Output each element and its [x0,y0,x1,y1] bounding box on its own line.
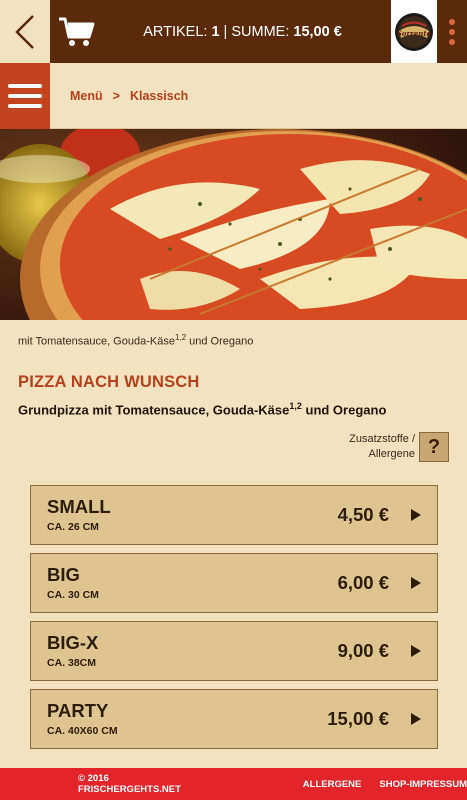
size-price: 6,00 € [337,572,389,593]
size-info: SMALL CA. 26 CM [47,496,338,533]
caption-text: mit Tomatensauce, Gouda-Käse [18,335,175,348]
menu-line-icon [8,103,42,108]
shopping-cart-icon [59,17,95,46]
size-price: 9,00 € [337,640,389,661]
breadcrumb-item-menu[interactable]: Menü [70,89,103,103]
description-footnote: 1,2 [289,401,302,411]
footer-link-allergene[interactable]: ALLERGENE [303,779,362,790]
product-description: Grundpizza mit Tomatensauce, Gouda-Käse1… [18,401,386,417]
dot-icon [449,28,455,35]
breadcrumb-bar: Menü > Klassisch [0,62,467,129]
product-title: PIZZA NACH WUNSCH [18,373,200,391]
logo-text: Sorrento [397,29,432,38]
size-info: BIG-X CA. 38CM [47,632,338,669]
size-option-small[interactable]: SMALL CA. 26 CM 4,50 € [30,485,438,545]
image-caption: mit Tomatensauce, Gouda-Käse1,2 und Oreg… [18,333,253,348]
chevron-left-icon [15,14,34,49]
dot-icon [449,18,455,25]
size-price: 4,50 € [337,504,389,525]
play-arrow-icon [411,645,421,657]
size-info: PARTY CA. 40X60 CM [47,700,327,737]
size-option-big[interactable]: BIG CA. 30 CM 6,00 € [30,553,438,613]
sum-value: 15,00 € [293,23,342,40]
summary-separator: | [223,23,228,40]
allergen-label-line1: Zusatzstoffe / [349,433,415,446]
brand-logo[interactable]: Sorrento [391,0,437,63]
footer-link-impressum[interactable]: SHOP-IMPRESSUM [379,779,467,790]
allergen-label-line2: Allergene [368,448,415,460]
more-options-button[interactable] [437,0,467,63]
size-info: BIG CA. 30 CM [47,564,338,601]
description-text-end: und Oregano [301,402,387,418]
dot-icon [449,38,455,45]
footer-copyright[interactable]: © 2016 FRISCHERGEHTS.NET [78,773,209,795]
size-name: PARTY [47,700,109,722]
play-arrow-icon [411,577,421,589]
size-dimension: CA. 38CM [47,656,97,669]
size-dimension: CA. 40X60 CM [47,724,118,737]
back-button[interactable] [0,0,50,63]
size-option-big-x[interactable]: BIG-X CA. 38CM 9,00 € [30,621,438,681]
size-dimension: CA. 30 CM [47,588,99,601]
allergen-label: Zusatzstoffe / Allergene [349,432,415,462]
pizza-image [0,129,467,320]
allergen-info: Zusatzstoffe / Allergene ? [349,432,449,462]
play-arrow-icon [411,713,421,725]
breadcrumb-separator: > [112,88,120,103]
size-price: 15,00 € [327,708,389,729]
menu-line-icon [8,83,42,88]
caption-footnote: 1,2 [174,333,187,342]
footer: © 2016 FRISCHERGEHTS.NET ALLERGENE SHOP-… [0,768,467,800]
cart-count: 1 [211,23,220,40]
allergen-help-button[interactable]: ? [419,432,449,462]
breadcrumb-item-klassisch[interactable]: Klassisch [130,89,188,103]
size-name: SMALL [47,496,111,518]
size-dimension: CA. 26 CM [47,520,99,533]
breadcrumb: Menü > Klassisch [70,89,188,103]
top-bar: ARTIKEL: 1 | SUMME: 15,00 € Sorrento [0,0,467,63]
size-name: BIG-X [47,632,99,654]
menu-line-icon [8,93,42,98]
hamburger-menu-button[interactable] [0,62,50,129]
cart-count-label: ARTIKEL: [143,23,208,40]
play-arrow-icon [411,509,421,521]
size-options: SMALL CA. 26 CM 4,50 € BIG CA. 30 CM 6,0… [30,485,438,757]
cart-summary: ARTIKEL: 1 | SUMME: 15,00 € [104,24,391,40]
cart-button[interactable] [50,0,104,63]
size-option-party[interactable]: PARTY CA. 40X60 CM 15,00 € [30,689,438,749]
description-text: Grundpizza mit Tomatensauce, Gouda-Käse [18,402,290,418]
caption-text-end: und Oregano [186,335,254,348]
sorrento-logo-icon: Sorrento [395,12,433,51]
sum-label: SUMME: [231,23,290,40]
size-name: BIG [47,564,80,586]
